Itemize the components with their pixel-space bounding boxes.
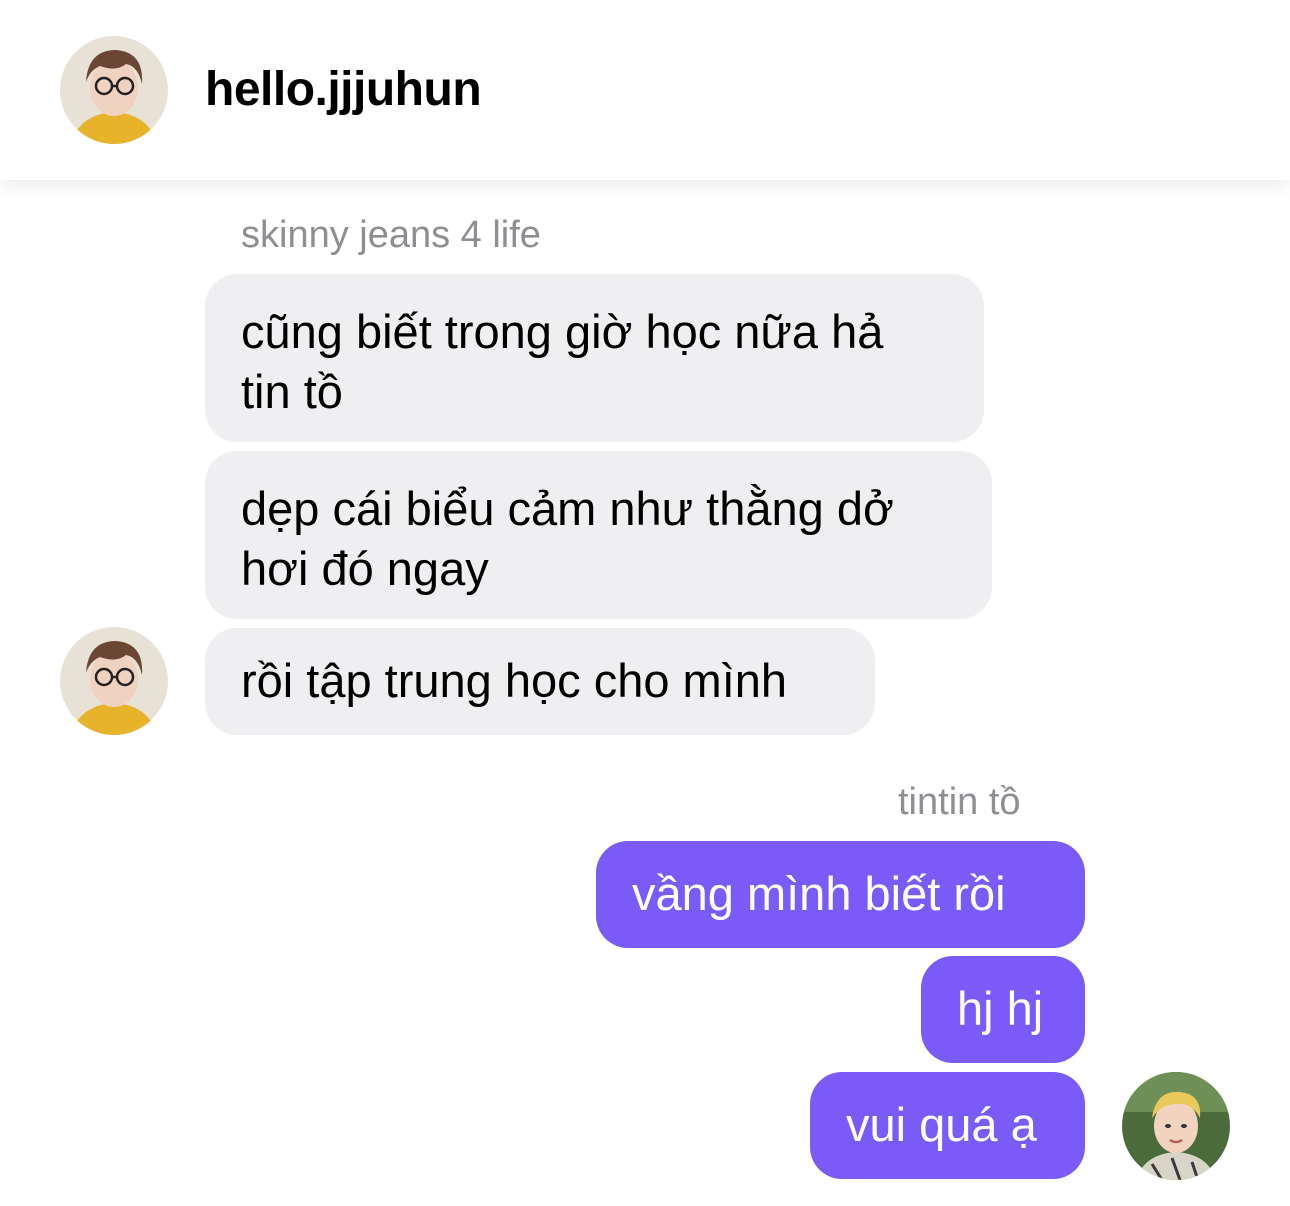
incoming-sender-name: skinny jeans 4 life	[241, 214, 541, 256]
chat-header: hello.jjjuhun	[0, 0, 1290, 180]
message-text-line: tin tồ	[241, 365, 343, 418]
outgoing-message-bubble[interactable]: vầng mình biết rồi	[596, 841, 1085, 948]
message-text-line: hj hj	[957, 982, 1044, 1035]
outgoing-message-bubble[interactable]: vui quá ạ	[810, 1072, 1085, 1179]
message-text-line: vầng mình biết rồi	[632, 867, 1006, 920]
profile-avatar-icon	[60, 36, 168, 144]
own-avatar[interactable]	[1122, 1072, 1230, 1180]
outgoing-message-bubble[interactable]: hj hj	[921, 956, 1085, 1063]
incoming-message-bubble[interactable]: cũng biết trong giờ học nữa hả tin tồ	[205, 274, 984, 442]
sender-avatar-icon	[60, 627, 168, 735]
message-text-line: hơi đó ngay	[241, 542, 489, 595]
chat-title[interactable]: hello.jjjuhun	[205, 62, 482, 117]
incoming-message-bubble[interactable]: rồi tập trung học cho mình	[205, 628, 875, 735]
outgoing-sender-name: tintin tồ	[898, 781, 1021, 823]
message-text-line: cũng biết trong giờ học nữa hả	[241, 305, 884, 358]
message-text-line: rồi tập trung học cho mình	[241, 654, 788, 707]
sender-avatar[interactable]	[60, 627, 168, 735]
message-text-line: vui quá ạ	[846, 1098, 1037, 1151]
own-avatar-icon	[1122, 1072, 1230, 1180]
incoming-message-bubble[interactable]: dẹp cái biểu cảm như thằng dở hơi đó nga…	[205, 451, 992, 619]
message-text-line: dẹp cái biểu cảm như thằng dở	[241, 482, 894, 535]
profile-avatar[interactable]	[60, 36, 168, 144]
